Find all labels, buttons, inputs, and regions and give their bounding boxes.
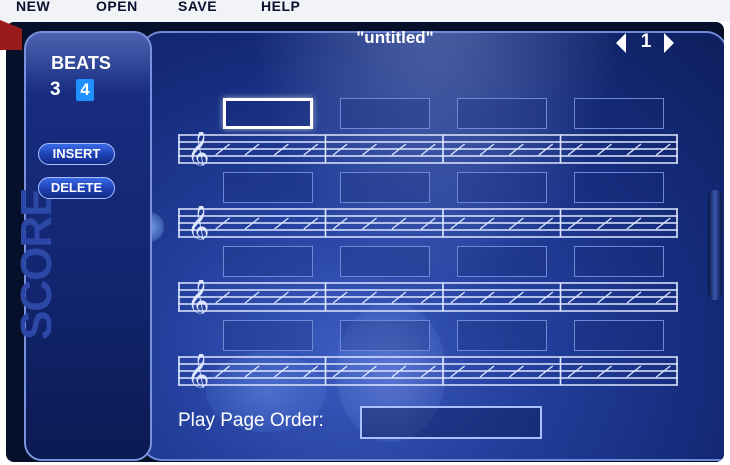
chord-name-box[interactable] — [457, 320, 547, 351]
chord-name-box[interactable] — [574, 320, 664, 351]
chord-name-box[interactable] — [340, 320, 430, 351]
chord-name-box[interactable] — [223, 98, 313, 129]
beats-option-3[interactable]: 3 — [50, 79, 61, 101]
score-editor-app: NEW OPEN SAVE HELP SCORE BEATS 3 4 INSER… — [0, 0, 730, 465]
treble-clef-icon: 𝄞 — [187, 206, 209, 240]
insert-button[interactable]: INSERT — [38, 143, 115, 165]
beats-label: BEATS — [51, 53, 111, 73]
staff-row[interactable]: 𝄞 — [178, 354, 678, 388]
staff-svg: 𝄞 — [178, 132, 678, 166]
menu-open[interactable]: OPEN — [96, 0, 138, 14]
chord-name-box[interactable] — [340, 98, 430, 129]
scroll-handle[interactable] — [708, 190, 722, 300]
page-next-arrow-icon[interactable] — [664, 33, 674, 53]
chord-name-box[interactable] — [223, 320, 313, 351]
menu-help[interactable]: HELP — [261, 0, 300, 14]
menu-new[interactable]: NEW — [16, 0, 50, 14]
chord-name-box[interactable] — [574, 246, 664, 277]
app-frame — [6, 22, 724, 462]
chord-name-box[interactable] — [223, 246, 313, 277]
chord-name-box[interactable] — [340, 246, 430, 277]
delete-button[interactable]: DELETE — [38, 177, 115, 199]
play-page-order-input[interactable] — [360, 406, 542, 439]
chord-name-box[interactable] — [457, 98, 547, 129]
play-page-order-label: Play Page Order: — [178, 410, 324, 431]
chord-name-box[interactable] — [574, 98, 664, 129]
menu-save[interactable]: SAVE — [178, 0, 217, 14]
chord-name-box[interactable] — [457, 172, 547, 203]
beats-option-4-selected[interactable]: 4 — [76, 79, 94, 101]
chord-name-box[interactable] — [574, 172, 664, 203]
page-prev-arrow-icon[interactable] — [616, 33, 626, 53]
treble-clef-icon: 𝄞 — [187, 280, 209, 314]
page-number: 1 — [640, 31, 652, 52]
staff-row[interactable]: 𝄞 — [178, 280, 678, 314]
treble-clef-icon: 𝄞 — [187, 354, 209, 388]
staff-row[interactable]: 𝄞 — [178, 206, 678, 240]
chord-name-box[interactable] — [340, 172, 430, 203]
score-panel-title: SCORE — [12, 188, 61, 340]
staff-svg: 𝄞 — [178, 354, 678, 388]
staff-row[interactable]: 𝄞 — [178, 132, 678, 166]
treble-clef-icon: 𝄞 — [187, 132, 209, 166]
staff-svg: 𝄞 — [178, 280, 678, 314]
staff-svg: 𝄞 — [178, 206, 678, 240]
chord-name-box[interactable] — [457, 246, 547, 277]
chord-name-box[interactable] — [223, 172, 313, 203]
song-title: "untitled" — [356, 28, 434, 47]
menu-bar: NEW OPEN SAVE HELP — [0, 0, 730, 22]
